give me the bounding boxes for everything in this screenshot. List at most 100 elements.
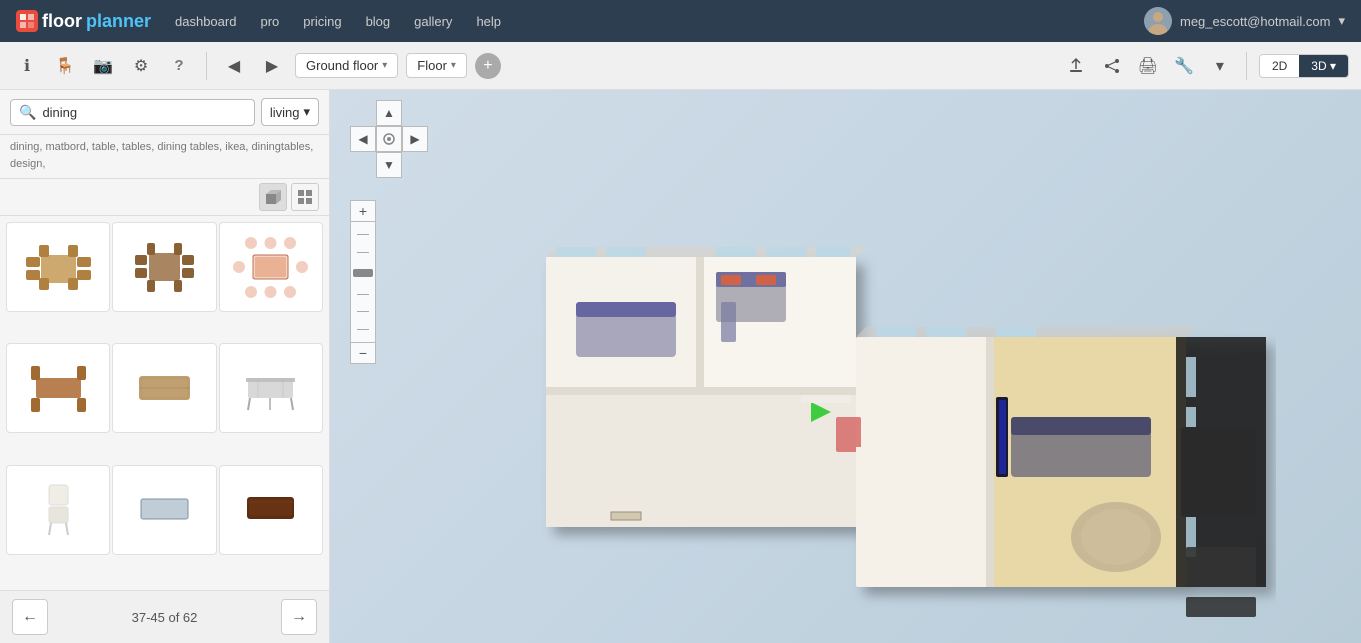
furniture-item-8[interactable] <box>112 465 216 555</box>
view-2d-button[interactable]: 2D <box>1260 55 1299 77</box>
grid-view-icon <box>296 188 314 206</box>
zoom-controls: + − <box>350 200 376 364</box>
logo[interactable]: floorplanner <box>16 10 151 32</box>
view-grid-toggle[interactable] <box>291 183 319 211</box>
nav-help[interactable]: help <box>476 14 501 29</box>
furniture-item-3[interactable] <box>219 222 323 312</box>
settings-icon: ⚙ <box>134 56 148 76</box>
view-mode-group: 2D 3D ▾ <box>1259 54 1349 78</box>
nav-back-button[interactable]: ◀ <box>219 51 249 81</box>
tags-row: dining, matbord, table, tables, dining t… <box>0 135 329 179</box>
pan-center[interactable] <box>376 126 402 152</box>
view-chevron-icon: ▾ <box>451 60 456 71</box>
user-avatar <box>1144 7 1172 35</box>
pan-right-button[interactable]: ▶ <box>402 126 428 152</box>
furniture-item-4[interactable] <box>6 343 110 433</box>
pan-controls: ▲ ◀ ▶ ▼ <box>350 100 428 178</box>
wrench-icon: 🔧 <box>1174 56 1194 76</box>
more-icon: ▾ <box>1216 56 1224 76</box>
user-dropdown-icon: ▾ <box>1338 13 1345 29</box>
category-label: living <box>270 105 300 120</box>
help-icon: ? <box>174 57 183 74</box>
pagination-info: 37-45 of 62 <box>132 610 198 625</box>
print-button[interactable]: 🖨 <box>1134 52 1162 80</box>
zoom-tick-3 <box>357 294 369 295</box>
3d-view-icon <box>264 188 282 206</box>
furniture-item-5[interactable] <box>112 343 216 433</box>
logo-text-floor: floor <box>42 11 82 32</box>
search-row: 🔍 living ▾ <box>0 90 329 135</box>
user-menu[interactable]: meg_escott@hotmail.com ▾ <box>1144 7 1345 35</box>
map-area[interactable]: ▲ ◀ ▶ ▼ + <box>330 90 1361 643</box>
nav-dashboard[interactable]: dashboard <box>175 14 236 29</box>
search-icon: 🔍 <box>19 104 36 121</box>
furniture-img-8 <box>124 475 204 545</box>
view-toggle-row <box>0 179 329 216</box>
view-selector[interactable]: Floor ▾ <box>406 53 467 78</box>
view-3d-toggle[interactable] <box>259 183 287 211</box>
toolbar-separator-1 <box>206 52 207 80</box>
floor-label: Ground floor <box>306 58 378 73</box>
next-icon: → <box>291 608 307 626</box>
add-floor-button[interactable]: + <box>475 53 501 79</box>
tags-text: dining, matbord, table, tables, dining t… <box>10 141 313 170</box>
furniture-item-1[interactable] <box>6 222 110 312</box>
pan-down-button[interactable]: ▼ <box>376 152 402 178</box>
export-icon <box>1067 57 1085 75</box>
nav-forward-button[interactable]: ▶ <box>257 51 287 81</box>
info-icon: ℹ <box>24 56 30 76</box>
3d-chevron-icon: ▾ <box>1330 59 1336 73</box>
furniture-img-7 <box>18 475 98 545</box>
user-email: meg_escott@hotmail.com <box>1180 14 1330 29</box>
floor-chevron-icon: ▾ <box>382 60 387 71</box>
furniture-item-9[interactable] <box>219 465 323 555</box>
zoom-tick-4 <box>357 311 369 312</box>
floor-selector[interactable]: Ground floor ▾ <box>295 53 398 78</box>
share-button[interactable] <box>1098 52 1126 80</box>
chair-button[interactable]: 🪑 <box>50 51 80 81</box>
sidebar-pagination: ← 37-45 of 62 → <box>0 590 329 643</box>
nav-gallery[interactable]: gallery <box>414 14 452 29</box>
zoom-handle[interactable] <box>353 269 373 277</box>
wrench-button[interactable]: 🔧 <box>1170 52 1198 80</box>
nav-forward-icon: ▶ <box>266 56 278 76</box>
nav-pricing[interactable]: pricing <box>303 14 341 29</box>
more-options-button[interactable]: ▾ <box>1206 52 1234 80</box>
view-3d-button[interactable]: 3D ▾ <box>1299 55 1348 77</box>
nav-blog[interactable]: blog <box>366 14 391 29</box>
logo-text-planner: planner <box>86 11 151 32</box>
prev-page-button[interactable]: ← <box>12 599 48 635</box>
furniture-img-6 <box>231 353 311 423</box>
main-layout: 🔍 living ▾ dining, matbord, table, table… <box>0 90 1361 643</box>
sidebar: 🔍 living ▾ dining, matbord, table, table… <box>0 90 330 643</box>
logo-icon <box>16 10 38 32</box>
floor-plan-container <box>390 130 1341 623</box>
info-button[interactable]: ℹ <box>12 51 42 81</box>
search-input[interactable] <box>42 105 245 120</box>
furniture-item-7[interactable] <box>6 465 110 555</box>
nav-pro[interactable]: pro <box>260 14 279 29</box>
pan-up-button[interactable]: ▲ <box>376 100 402 126</box>
category-chevron-icon: ▾ <box>303 104 310 120</box>
pan-left-button[interactable]: ◀ <box>350 126 376 152</box>
export-button[interactable] <box>1062 52 1090 80</box>
furniture-item-6[interactable] <box>219 343 323 433</box>
view-label: Floor <box>417 58 447 73</box>
furniture-item-2[interactable] <box>112 222 216 312</box>
settings-button[interactable]: ⚙ <box>126 51 156 81</box>
search-box[interactable]: 🔍 <box>10 99 255 126</box>
zoom-in-button[interactable]: + <box>350 200 376 222</box>
category-dropdown[interactable]: living ▾ <box>261 98 319 126</box>
nav-back-icon: ◀ <box>228 56 240 76</box>
toolbar-right: 🖨 🔧 ▾ 2D 3D ▾ <box>1062 52 1349 80</box>
print-icon: 🖨 <box>1138 56 1158 76</box>
camera-button[interactable]: 📷 <box>88 51 118 81</box>
camera-icon: 📷 <box>93 56 113 76</box>
chair-icon: 🪑 <box>55 56 75 76</box>
furniture-img-1 <box>18 232 98 302</box>
zoom-tick-2 <box>357 252 369 253</box>
next-page-button[interactable]: → <box>281 599 317 635</box>
plus-icon: + <box>483 57 492 75</box>
help-button[interactable]: ? <box>164 51 194 81</box>
zoom-out-button[interactable]: − <box>350 342 376 364</box>
